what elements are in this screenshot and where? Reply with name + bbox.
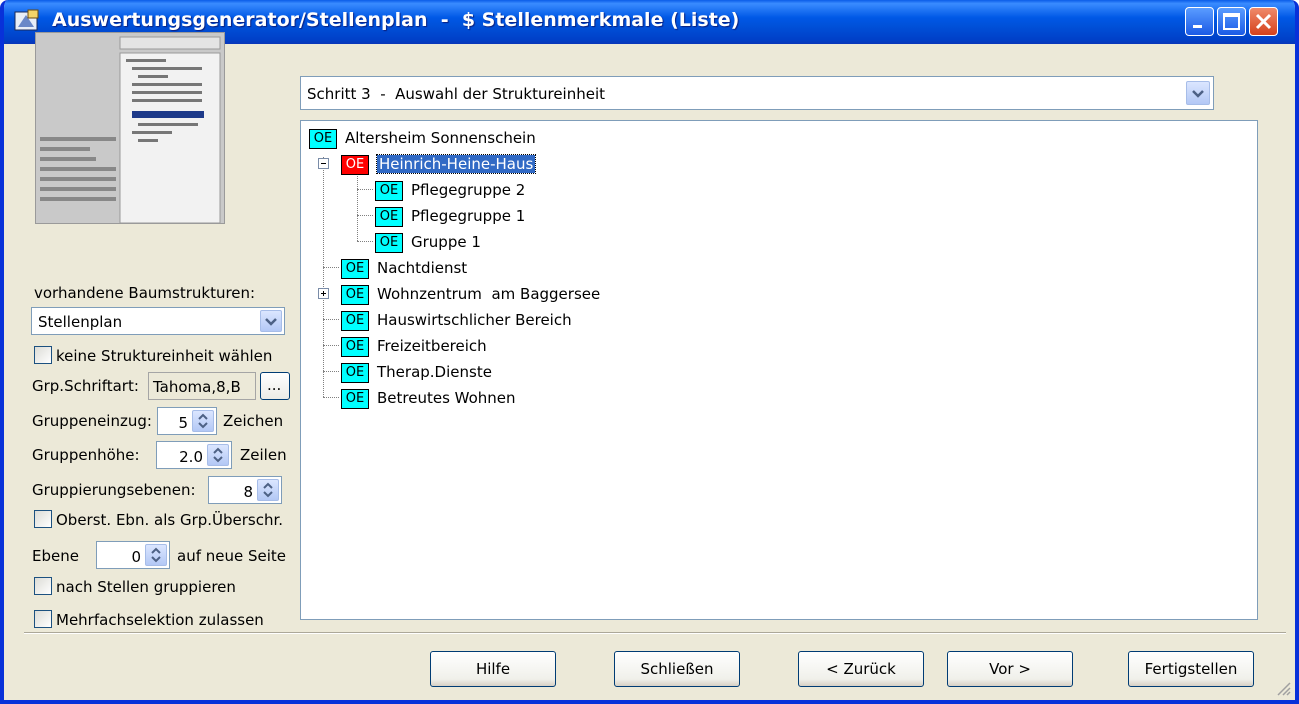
keine-struktureinheit-checkbox[interactable] xyxy=(34,346,52,364)
oe-badge: OE xyxy=(309,129,337,149)
gruppeneinzug-value: 5 xyxy=(178,414,188,432)
tree-connector xyxy=(357,241,373,242)
footer-separator xyxy=(24,632,1286,634)
tree-connector xyxy=(323,157,324,397)
tree-node-label: Therap.Dienste xyxy=(377,363,492,381)
tree-connector xyxy=(323,345,339,346)
dropdown-arrow[interactable] xyxy=(1186,81,1210,105)
hilfe-button[interactable]: Hilfe xyxy=(430,651,556,687)
maximize-icon xyxy=(1223,13,1240,30)
oe-badge: OE xyxy=(375,207,403,227)
struktur-tree[interactable]: OE Altersheim Sonnenschein OE Heinrich-H… xyxy=(300,120,1258,620)
gruppeneinzug-label: Gruppeneinzug: xyxy=(32,412,152,430)
chevron-down-icon xyxy=(1192,90,1204,98)
schriftart-label: Grp.Schriftart: xyxy=(32,377,139,395)
dialog-window: Auswertungsgenerator/Stellenplan - $ Ste… xyxy=(0,0,1299,704)
tree-node-label: Nachtdienst xyxy=(377,259,468,277)
oe-badge: OE xyxy=(341,259,369,279)
oe-badge: OE xyxy=(375,181,403,201)
preview-image xyxy=(36,33,224,223)
layout-preview-thumbnail xyxy=(35,32,225,224)
tree-node-label: Gruppe 1 xyxy=(411,233,481,251)
gruppierungsebenen-spin-button[interactable] xyxy=(257,479,279,501)
baumstrukturen-label: vorhandene Baumstrukturen: xyxy=(34,284,256,302)
close-icon xyxy=(1255,13,1272,30)
window-title: Auswertungsgenerator/Stellenplan - $ Ste… xyxy=(52,9,740,31)
oe-badge: OE xyxy=(341,389,369,409)
tree-node-label: Heinrich-Heine-Haus xyxy=(375,154,537,174)
zurueck-button[interactable]: < Zurück xyxy=(798,651,924,687)
tree-node-label: Betreutes Wohnen xyxy=(377,389,516,407)
tree-connector xyxy=(357,215,373,216)
tree-node-label: Freizeitbereich xyxy=(377,337,487,355)
step-value: Schritt 3 - Auswahl der Struktureinheit xyxy=(307,85,606,103)
tree-connector xyxy=(357,189,373,190)
spin-updown-icon xyxy=(198,413,208,429)
ebene-stepper[interactable]: 0 xyxy=(96,541,170,569)
tree-connector xyxy=(323,397,339,398)
oberst-ebene-label: Oberst. Ebn. als Grp.Überschr. xyxy=(56,511,284,529)
maximize-button[interactable] xyxy=(1217,7,1246,36)
schliessen-button[interactable]: Schließen xyxy=(614,651,740,687)
browse-label: ... xyxy=(267,376,282,394)
vor-button[interactable]: Vor > xyxy=(947,651,1073,687)
spin-updown-icon xyxy=(213,447,223,463)
minimize-icon xyxy=(1193,25,1202,28)
mehrfachselektion-checkbox[interactable] xyxy=(34,610,52,628)
oe-badge: OE xyxy=(341,285,369,305)
nach-stellen-label: nach Stellen gruppieren xyxy=(56,578,236,596)
collapse-toggle[interactable] xyxy=(318,158,329,169)
oe-badge: OE xyxy=(341,155,369,175)
ebene-label: Ebene xyxy=(32,547,79,565)
mehrfachselektion-label: Mehrfachselektion zulassen xyxy=(56,611,264,629)
tree-connector xyxy=(323,319,339,320)
ebene-unit: auf neue Seite xyxy=(177,547,287,565)
gruppenhoehe-label: Gruppenhöhe: xyxy=(32,446,140,464)
gruppierungsebenen-value: 8 xyxy=(243,483,253,501)
oe-badge: OE xyxy=(341,363,369,383)
nach-stellen-checkbox[interactable] xyxy=(34,577,52,595)
dropdown-arrow[interactable] xyxy=(260,310,282,332)
gruppenhoehe-unit: Zeilen xyxy=(240,446,287,464)
close-button[interactable] xyxy=(1249,7,1278,36)
expand-toggle[interactable] xyxy=(318,288,329,299)
gruppierungsebenen-label: Gruppierungsebenen: xyxy=(32,481,196,499)
oberst-ebene-checkbox[interactable] xyxy=(34,510,52,528)
gruppeneinzug-unit: Zeichen xyxy=(223,412,284,430)
oe-badge: OE xyxy=(341,311,369,331)
tree-node-label: Wohnzentrum am Baggersee xyxy=(377,285,601,303)
gruppenhoehe-spin-button[interactable] xyxy=(207,444,229,466)
schriftart-value: Tahoma,8,B xyxy=(153,378,241,396)
minimize-button[interactable] xyxy=(1185,7,1214,36)
keine-struktureinheit-label: keine Struktureinheit wählen xyxy=(56,347,273,365)
schriftart-browse-button[interactable]: ... xyxy=(260,372,290,400)
tree-node-label: Pflegegruppe 1 xyxy=(411,207,526,225)
ebene-spin-button[interactable] xyxy=(145,544,167,566)
chevron-down-icon xyxy=(265,318,277,326)
oe-badge: OE xyxy=(341,337,369,357)
tree-connector xyxy=(357,169,358,241)
resize-grip-icon[interactable] xyxy=(1273,678,1291,696)
tree-connector xyxy=(323,371,339,372)
oe-badge: OE xyxy=(375,233,403,253)
tree-node-label: Pflegegruppe 2 xyxy=(411,181,526,199)
spin-updown-icon xyxy=(151,547,161,563)
baumstruktur-value: Stellenplan xyxy=(38,313,123,331)
gruppeneinzug-stepper[interactable]: 5 xyxy=(157,407,217,435)
tree-node-label: Hauswirtschlicher Bereich xyxy=(377,311,572,329)
gruppenhoehe-stepper[interactable]: 2.0 xyxy=(156,441,232,469)
app-icon xyxy=(14,9,39,31)
spin-updown-icon xyxy=(263,482,273,498)
fertigstellen-button[interactable]: Fertigstellen xyxy=(1128,651,1254,687)
gruppenhoehe-value: 2.0 xyxy=(179,448,203,466)
tree-connector xyxy=(323,267,339,268)
gruppeneinzug-spin-button[interactable] xyxy=(192,410,214,432)
tree-node-label: Altersheim Sonnenschein xyxy=(345,129,536,147)
gruppierungsebenen-stepper[interactable]: 8 xyxy=(208,476,282,504)
schriftart-field: Tahoma,8,B xyxy=(148,372,256,400)
step-select[interactable]: Schritt 3 - Auswahl der Struktureinheit xyxy=(300,76,1214,110)
baumstruktur-select[interactable]: Stellenplan xyxy=(31,307,285,335)
ebene-value: 0 xyxy=(131,548,141,566)
